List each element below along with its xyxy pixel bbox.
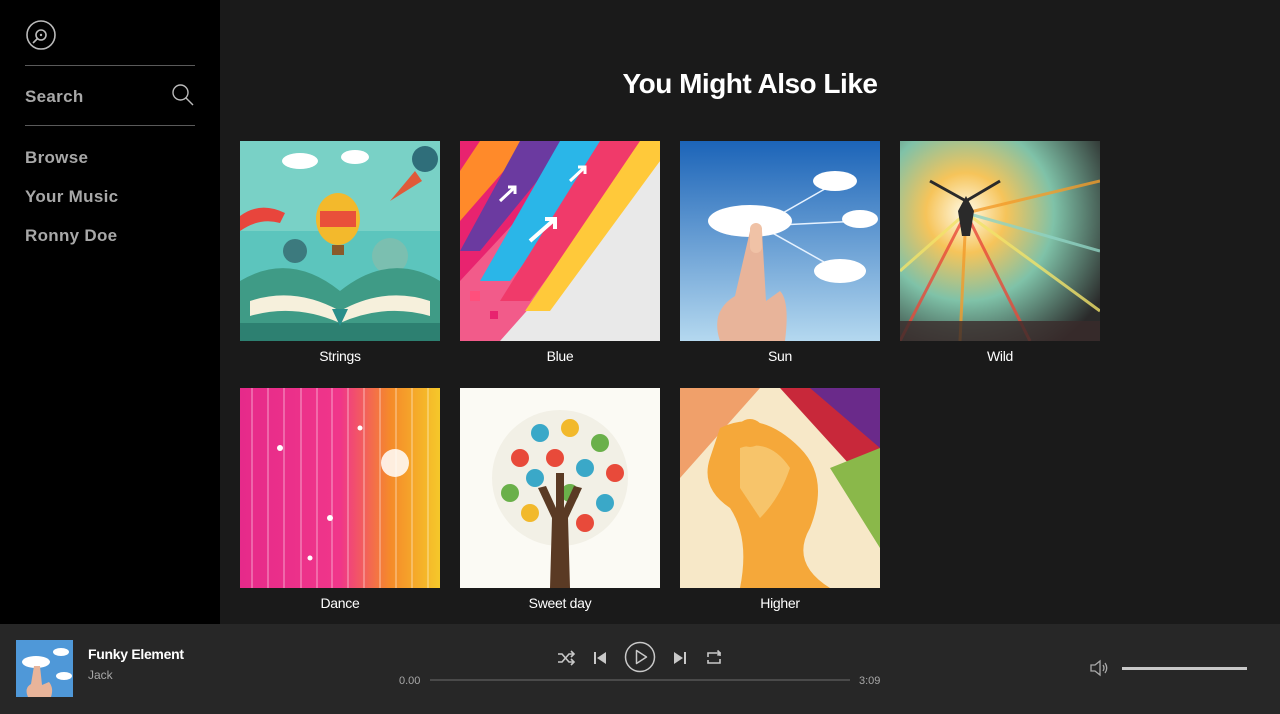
shuffle-icon[interactable] [556,648,576,668]
main-content: You Might Also Like Strings Blue Sun Wil… [220,0,1280,624]
volume-slider[interactable] [1122,667,1247,670]
search-icon[interactable] [171,83,195,107]
album-tile[interactable]: Sweet day [460,388,660,611]
album-cover[interactable] [680,388,880,588]
music-app: Search Browse Your Music Ronny Doe You M… [0,0,1280,714]
album-cover[interactable] [900,141,1100,341]
sidebar: Search Browse Your Music Ronny Doe [0,0,220,624]
album-tile[interactable]: Blue [460,141,660,364]
now-playing-artist[interactable]: Jack [88,668,113,682]
album-cover[interactable] [680,141,880,341]
album-cover[interactable] [460,388,660,588]
album-tile[interactable]: Sun [680,141,880,364]
next-icon[interactable] [670,648,690,668]
repeat-icon[interactable] [704,648,724,668]
album-title[interactable]: Strings [240,348,440,364]
album-tile[interactable]: Higher [680,388,880,611]
album-tile[interactable]: Strings [240,141,440,364]
album-title[interactable]: Blue [460,348,660,364]
nav-item-profile[interactable]: Ronny Doe [25,226,117,246]
album-tile[interactable]: Dance [240,388,440,611]
nav-item-browse[interactable]: Browse [25,148,88,168]
album-cover[interactable] [460,141,660,341]
album-cover[interactable] [240,388,440,588]
now-playing-cover[interactable] [16,640,73,697]
now-playing-title[interactable]: Funky Element [88,646,184,662]
time-total: 3:09 [859,675,881,687]
time-elapsed: 0.00 [399,675,421,687]
album-cover[interactable] [240,141,440,341]
volume-fill [1122,667,1247,670]
progress-bar[interactable] [430,679,850,681]
album-title[interactable]: Higher [680,595,880,611]
search-label[interactable]: Search [25,87,84,107]
page-title: You Might Also Like [622,68,878,99]
album-title[interactable]: Wild [900,348,1100,364]
sidebar-divider [25,125,195,126]
album-title[interactable]: Sun [680,348,880,364]
album-title[interactable]: Dance [240,595,440,611]
previous-icon[interactable] [590,648,610,668]
volume-icon[interactable] [1088,657,1110,679]
nav-item-your-music[interactable]: Your Music [25,187,118,207]
vinyl-disc-icon[interactable] [25,19,57,51]
album-tile[interactable]: Wild [900,141,1100,364]
album-title[interactable]: Sweet day [460,595,660,611]
player-bar: Funky Element Jack 0.00 3:09 [0,624,1280,714]
play-icon[interactable] [624,641,656,673]
search-bar[interactable]: Search [25,66,195,125]
